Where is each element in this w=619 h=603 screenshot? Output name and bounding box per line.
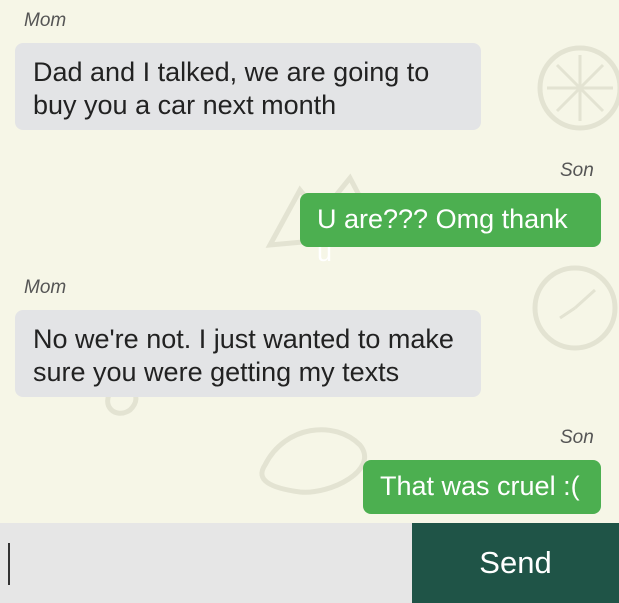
outgoing-message-bubble: That was cruel :( [363, 460, 601, 514]
message-sender-mom: Mom [24, 277, 67, 298]
message-text-line: buy you a car next month [33, 90, 337, 120]
incoming-message-bubble: Dad and I talked, we are going to buy yo… [15, 43, 481, 130]
message-text-line: U are??? Omg thank u [317, 204, 568, 267]
message-text-line: Dad and I talked, we are going to [33, 57, 430, 87]
message-sender-son: Son [560, 427, 594, 448]
outgoing-message-bubble: U are??? Omg thank u [300, 193, 601, 267]
incoming-message-bubble: No we're not. I just wanted to make sure… [15, 310, 481, 397]
message-text-line: That was cruel :( [380, 471, 580, 501]
message-sender-son: Son [560, 160, 594, 181]
message-sender-mom: Mom [24, 10, 67, 31]
send-button[interactable]: Send [412, 523, 619, 603]
message-input[interactable] [0, 523, 412, 603]
message-composer: Send [0, 523, 619, 603]
text-cursor [8, 543, 10, 585]
message-text-line: sure you were getting my texts [33, 357, 400, 387]
leaf-doodle-icon [259, 427, 367, 495]
message-text-line: No we're not. I just wanted to make [33, 324, 454, 354]
